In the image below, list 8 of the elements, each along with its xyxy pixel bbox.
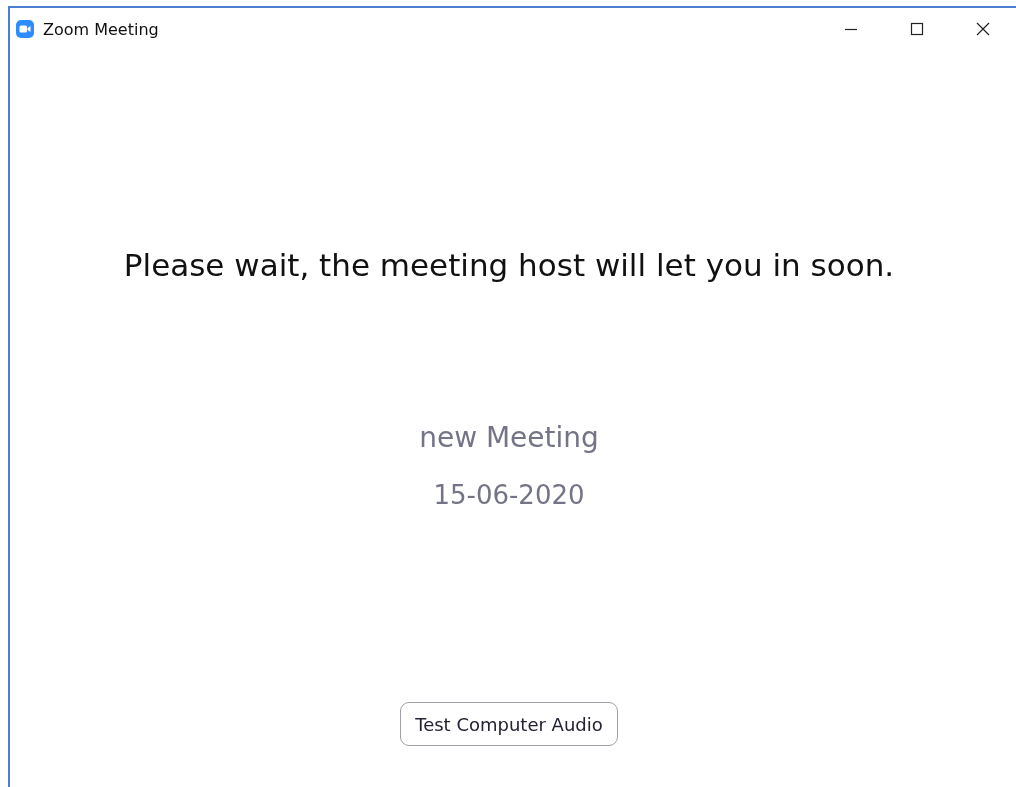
window-title: Zoom Meeting <box>43 19 159 39</box>
meeting-date: 15-06-2020 <box>433 479 585 512</box>
test-audio-button[interactable]: Test Computer Audio <box>400 702 618 746</box>
close-icon <box>976 22 990 36</box>
video-camera-icon <box>16 20 34 38</box>
meeting-name: new Meeting <box>419 420 599 456</box>
maximize-icon <box>910 22 924 36</box>
waiting-message: Please wait, the meeting host will let you in soon. <box>123 246 895 285</box>
